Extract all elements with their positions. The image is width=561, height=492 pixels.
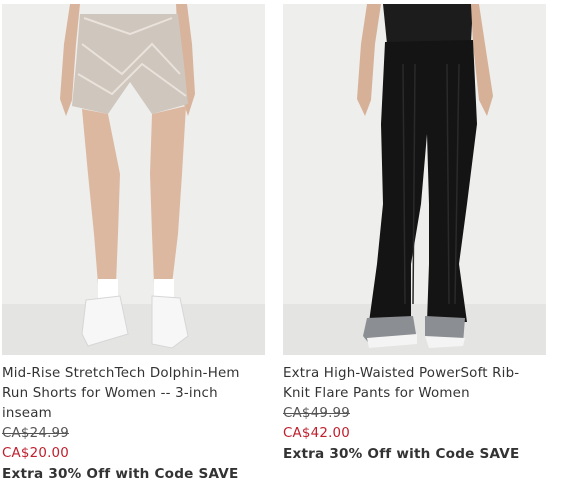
sale-price: CA$42.00 <box>283 426 350 441</box>
original-price: CA$49.99 <box>283 406 350 421</box>
product-title[interactable]: Mid-Rise StretchTech Dolphin-Hem Run Sho… <box>2 364 265 424</box>
promo-text: Extra 30% Off with Code SAVE <box>2 466 239 482</box>
product-image-shorts[interactable] <box>2 4 265 355</box>
product-image-flare-pants[interactable] <box>283 4 546 355</box>
sale-price: CA$20.00 <box>2 446 69 461</box>
promo-text: Extra 30% Off with Code SAVE <box>283 446 520 462</box>
product-card-shorts[interactable]: Mid-Rise StretchTech Dolphin-Hem Run Sho… <box>2 4 265 484</box>
shorts-model-illustration <box>2 4 265 355</box>
product-card-flare-pants[interactable]: Extra High-Waisted PowerSoft Rib-Knit Fl… <box>283 4 546 464</box>
original-price: CA$24.99 <box>2 426 69 441</box>
product-title[interactable]: Extra High-Waisted PowerSoft Rib-Knit Fl… <box>283 364 546 404</box>
flare-pants-model-illustration <box>283 4 546 355</box>
